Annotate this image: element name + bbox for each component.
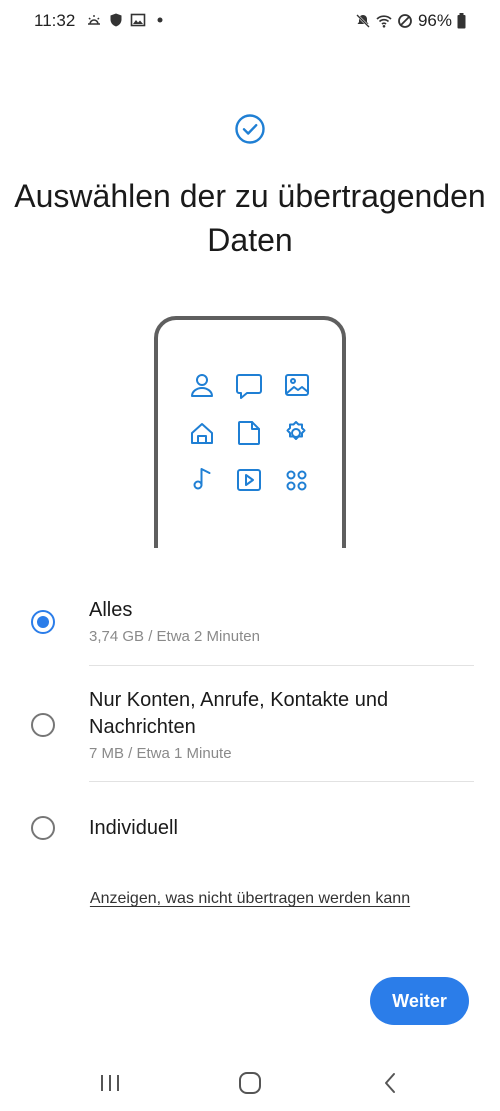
not-transferable-link[interactable]: Anzeigen, was nicht übertragen werden ka… [0, 890, 500, 908]
settings-icon [286, 421, 306, 440]
battery-icon [457, 13, 466, 29]
divider [89, 665, 474, 666]
music-icon [193, 468, 211, 490]
radio-alles[interactable] [31, 610, 55, 634]
wifi-icon [376, 15, 392, 28]
option-alles[interactable]: Alles 3,74 GB / Etwa 2 Minuten [0, 595, 500, 655]
next-button[interactable]: Weiter [370, 977, 469, 1025]
option-label: Individuell [89, 817, 178, 839]
block-icon [398, 14, 412, 28]
home-button[interactable] [235, 1068, 265, 1098]
phone-illustration [154, 316, 346, 548]
dot-icon [157, 17, 163, 23]
status-left-icons [86, 12, 168, 28]
divider [89, 781, 474, 782]
recent-apps-button[interactable] [95, 1068, 125, 1098]
message-icon [236, 374, 262, 399]
image-icon [285, 374, 309, 396]
shield-icon [110, 13, 122, 27]
image-icon [130, 13, 146, 27]
battery-percent: 96% [417, 11, 452, 30]
home-icon [191, 423, 213, 444]
option-individuell[interactable]: Individuell [0, 812, 500, 848]
option-label: Nur Konten, Anrufe, Kontakte und Nachric… [89, 689, 389, 738]
option-subtitle: 3,74 GB / Etwa 2 Minuten [89, 628, 260, 645]
document-icon [238, 421, 260, 445]
status-time: 11:32 [34, 11, 76, 30]
radio-individuell[interactable] [31, 816, 55, 840]
recent-apps-icon [101, 1075, 119, 1091]
apps-icon [286, 470, 307, 491]
back-icon [385, 1073, 395, 1093]
mute-icon [356, 14, 370, 28]
video-icon [237, 469, 261, 491]
back-button[interactable] [375, 1068, 405, 1098]
page-title: Auswählen der zu übertragenden Daten [14, 178, 486, 258]
status-bar: 11:32 96% [0, 0, 500, 44]
person-icon [191, 374, 213, 397]
navigation-bar [0, 1055, 500, 1111]
option-accounts-calls-contacts-messages[interactable]: Nur Konten, Anrufe, Kontakte und Nachric… [0, 685, 500, 765]
radio-accounts-calls-contacts-messages[interactable] [31, 713, 55, 737]
home-button-icon [239, 1072, 261, 1094]
option-subtitle: 7 MB / Etwa 1 Minute [89, 745, 232, 762]
weather-icon [88, 15, 100, 25]
status-right: 96% [355, 11, 466, 31]
check-circle-icon [235, 114, 265, 144]
option-label: Alles [89, 599, 133, 621]
